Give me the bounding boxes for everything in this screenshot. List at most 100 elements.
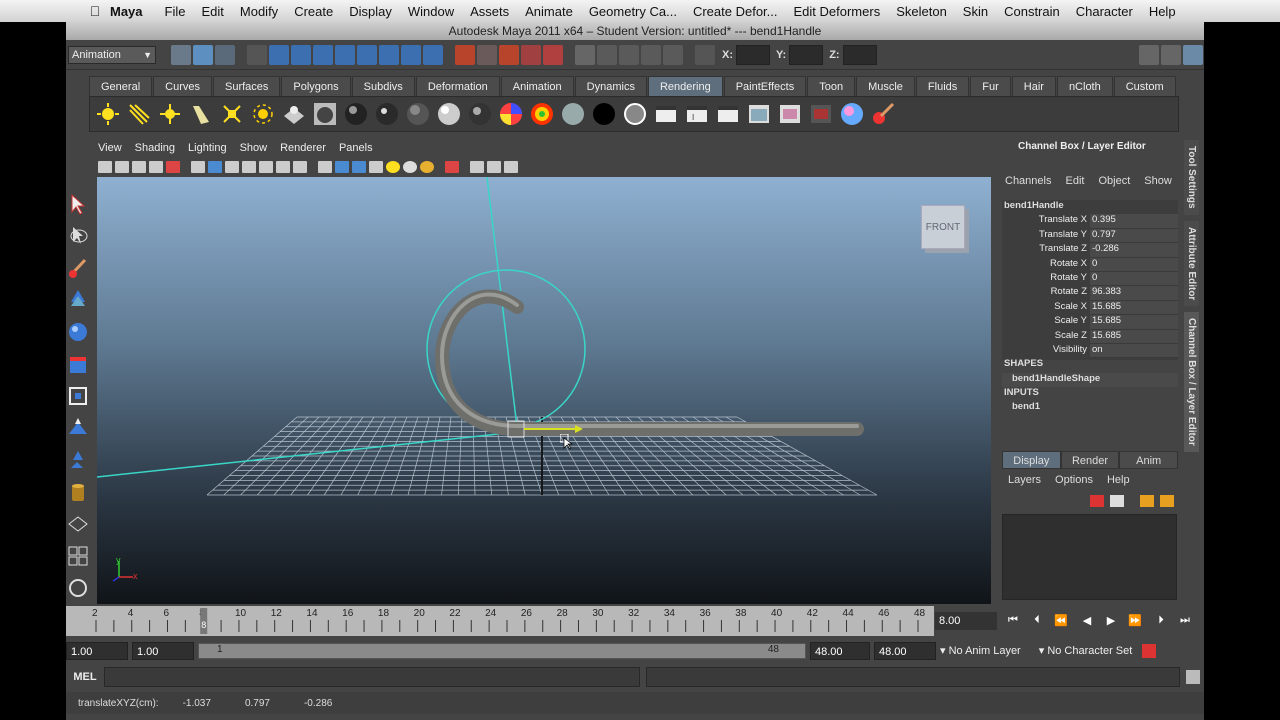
- channel-value[interactable]: 0.395: [1090, 214, 1178, 229]
- channel-value[interactable]: on: [1090, 343, 1178, 359]
- menu-assets[interactable]: Assets: [462, 4, 517, 19]
- wireframe-on-shaded-icon[interactable]: [352, 161, 366, 173]
- end-time-field[interactable]: 48.00: [874, 642, 936, 660]
- viewport-menu-show[interactable]: Show: [240, 142, 268, 154]
- time-slider[interactable]: 2468101214161820222426283032343638404244…: [66, 606, 934, 636]
- gate-mask-icon[interactable]: [242, 161, 256, 173]
- menu-geometry-cache[interactable]: Geometry Ca...: [581, 4, 685, 19]
- select-curves-icon[interactable]: [335, 44, 355, 65]
- last-tool-icon[interactable]: [67, 480, 89, 506]
- channel-scale-y[interactable]: Scale Y 15.685: [1002, 315, 1178, 330]
- safe-title-icon[interactable]: [293, 161, 307, 173]
- channel-value[interactable]: 96.383: [1090, 286, 1178, 301]
- menu-animate[interactable]: Animate: [517, 4, 581, 19]
- scale-tool-icon[interactable]: [67, 352, 89, 378]
- render-settings-icon[interactable]: [663, 44, 683, 65]
- help-menu[interactable]: Help: [1107, 474, 1130, 486]
- channel-value[interactable]: 0: [1090, 271, 1178, 287]
- hypershade-icon[interactable]: [280, 100, 308, 128]
- select-rendering-icon[interactable]: [423, 44, 443, 65]
- channel-value[interactable]: 0: [1090, 257, 1178, 272]
- menu-character[interactable]: Character: [1068, 4, 1141, 19]
- menu-help[interactable]: Help: [1141, 4, 1184, 19]
- directional-light-icon[interactable]: [125, 100, 153, 128]
- snap-curve-icon[interactable]: [477, 44, 497, 65]
- range-slider[interactable]: 1 48: [198, 643, 806, 659]
- channels-menu[interactable]: Channels: [1005, 175, 1051, 187]
- menu-display[interactable]: Display: [341, 4, 400, 19]
- layer-move-up-icon[interactable]: [1140, 495, 1154, 507]
- isolate-select-icon[interactable]: [445, 161, 459, 173]
- channel-translate-x[interactable]: Translate X 0.395: [1002, 214, 1178, 229]
- channel-rotate-z[interactable]: Rotate Z 96.383: [1002, 286, 1178, 301]
- ipr-render-icon[interactable]: [641, 44, 661, 65]
- view-cube[interactable]: FRONT: [921, 205, 965, 249]
- grid-toggle-icon[interactable]: [191, 161, 205, 173]
- high-quality-icon[interactable]: [420, 161, 434, 173]
- channel-scale-z[interactable]: Scale Z 15.685: [1002, 329, 1178, 344]
- channel-value[interactable]: 15.685: [1090, 329, 1178, 344]
- show-manipulator-icon[interactable]: [67, 448, 89, 474]
- select-surfaces-icon[interactable]: [357, 44, 377, 65]
- object-name[interactable]: bend1Handle: [1002, 200, 1178, 214]
- rotate-tool-icon[interactable]: [67, 320, 89, 346]
- wireframe-icon[interactable]: [318, 161, 332, 173]
- shelf-tab-subdivs[interactable]: Subdivs: [351, 76, 415, 96]
- film-gate-icon[interactable]: [208, 161, 222, 173]
- hypershade-window-icon[interactable]: [807, 100, 835, 128]
- manipulator-tool-icon[interactable]: [67, 384, 89, 410]
- point-light-icon[interactable]: [156, 100, 184, 128]
- shelf-tab-general[interactable]: General: [89, 76, 153, 96]
- safe-action-icon[interactable]: [276, 161, 290, 173]
- select-by-hierarchy-icon[interactable]: [171, 44, 191, 65]
- layout-single-icon[interactable]: [67, 512, 89, 538]
- tab-display[interactable]: Display: [1002, 451, 1061, 469]
- shelf-tab-ncloth[interactable]: nCloth: [1056, 76, 1113, 96]
- material-bowl-icon[interactable]: [311, 100, 339, 128]
- tab-attribute-editor[interactable]: Attribute Editor: [1184, 220, 1199, 306]
- menu-skin[interactable]: Skin: [955, 4, 996, 19]
- auto-key-icon[interactable]: [1142, 644, 1157, 658]
- tool-settings-toggle-icon[interactable]: [1161, 44, 1181, 65]
- select-dynamics-icon[interactable]: [401, 44, 421, 65]
- shelf-tab-custom[interactable]: Custom: [1113, 76, 1176, 96]
- snap-grid-icon[interactable]: [455, 44, 475, 65]
- shelf-tab-curves[interactable]: Curves: [153, 76, 212, 96]
- shape-item[interactable]: bend1HandleShape: [1002, 372, 1178, 388]
- tab-anim[interactable]: Anim: [1119, 451, 1179, 469]
- menu-edit[interactable]: Edit: [193, 4, 231, 19]
- viewport-menu-lighting[interactable]: Lighting: [188, 142, 227, 154]
- viewport-menu-panels[interactable]: Panels: [339, 142, 373, 154]
- anim-layer-dropdown[interactable]: ▾ No Anim Layer: [940, 642, 1021, 660]
- new-layer-icon[interactable]: [1090, 495, 1104, 507]
- snap-point-icon[interactable]: [499, 44, 519, 65]
- field-chart-icon[interactable]: [259, 161, 273, 173]
- app-menu[interactable]: Maya: [110, 4, 143, 19]
- layers-menu[interactable]: Layers: [1008, 474, 1041, 486]
- area-light-icon[interactable]: [218, 100, 246, 128]
- input-item[interactable]: bend1: [1002, 401, 1178, 415]
- go-to-start-icon[interactable]: ⏮: [1004, 614, 1022, 630]
- shelf-tab-muscle[interactable]: Muscle: [856, 76, 915, 96]
- step-back-key-icon[interactable]: ⏪: [1052, 614, 1070, 630]
- channel-box-toggle-icon[interactable]: [1183, 44, 1203, 65]
- play-backwards-icon[interactable]: ◀: [1078, 614, 1096, 630]
- tab-render[interactable]: Render: [1060, 451, 1120, 469]
- anisotropic-sphere-icon[interactable]: [342, 100, 370, 128]
- ramp-shader-icon[interactable]: [497, 100, 525, 128]
- edit-menu[interactable]: Edit: [1065, 175, 1084, 187]
- camera-attributes-icon[interactable]: [115, 161, 129, 173]
- render-settings-window-icon[interactable]: [776, 100, 804, 128]
- viewport-menu-view[interactable]: View: [98, 142, 122, 154]
- menu-edit-deformers[interactable]: Edit Deformers: [786, 4, 889, 19]
- render-icon[interactable]: [652, 100, 680, 128]
- outliner-layout-icon[interactable]: [67, 576, 89, 602]
- channel-value[interactable]: 15.685: [1090, 315, 1178, 330]
- menu-window[interactable]: Window: [400, 4, 462, 19]
- snap-view-plane-icon[interactable]: [521, 44, 541, 65]
- select-deformations-icon[interactable]: [379, 44, 399, 65]
- menu-constrain[interactable]: Constrain: [996, 4, 1068, 19]
- bookmarks-icon[interactable]: [132, 161, 146, 173]
- character-set-dropdown[interactable]: ▾ No Character Set: [1039, 642, 1133, 660]
- tab-tool-settings[interactable]: Tool Settings: [1184, 140, 1199, 215]
